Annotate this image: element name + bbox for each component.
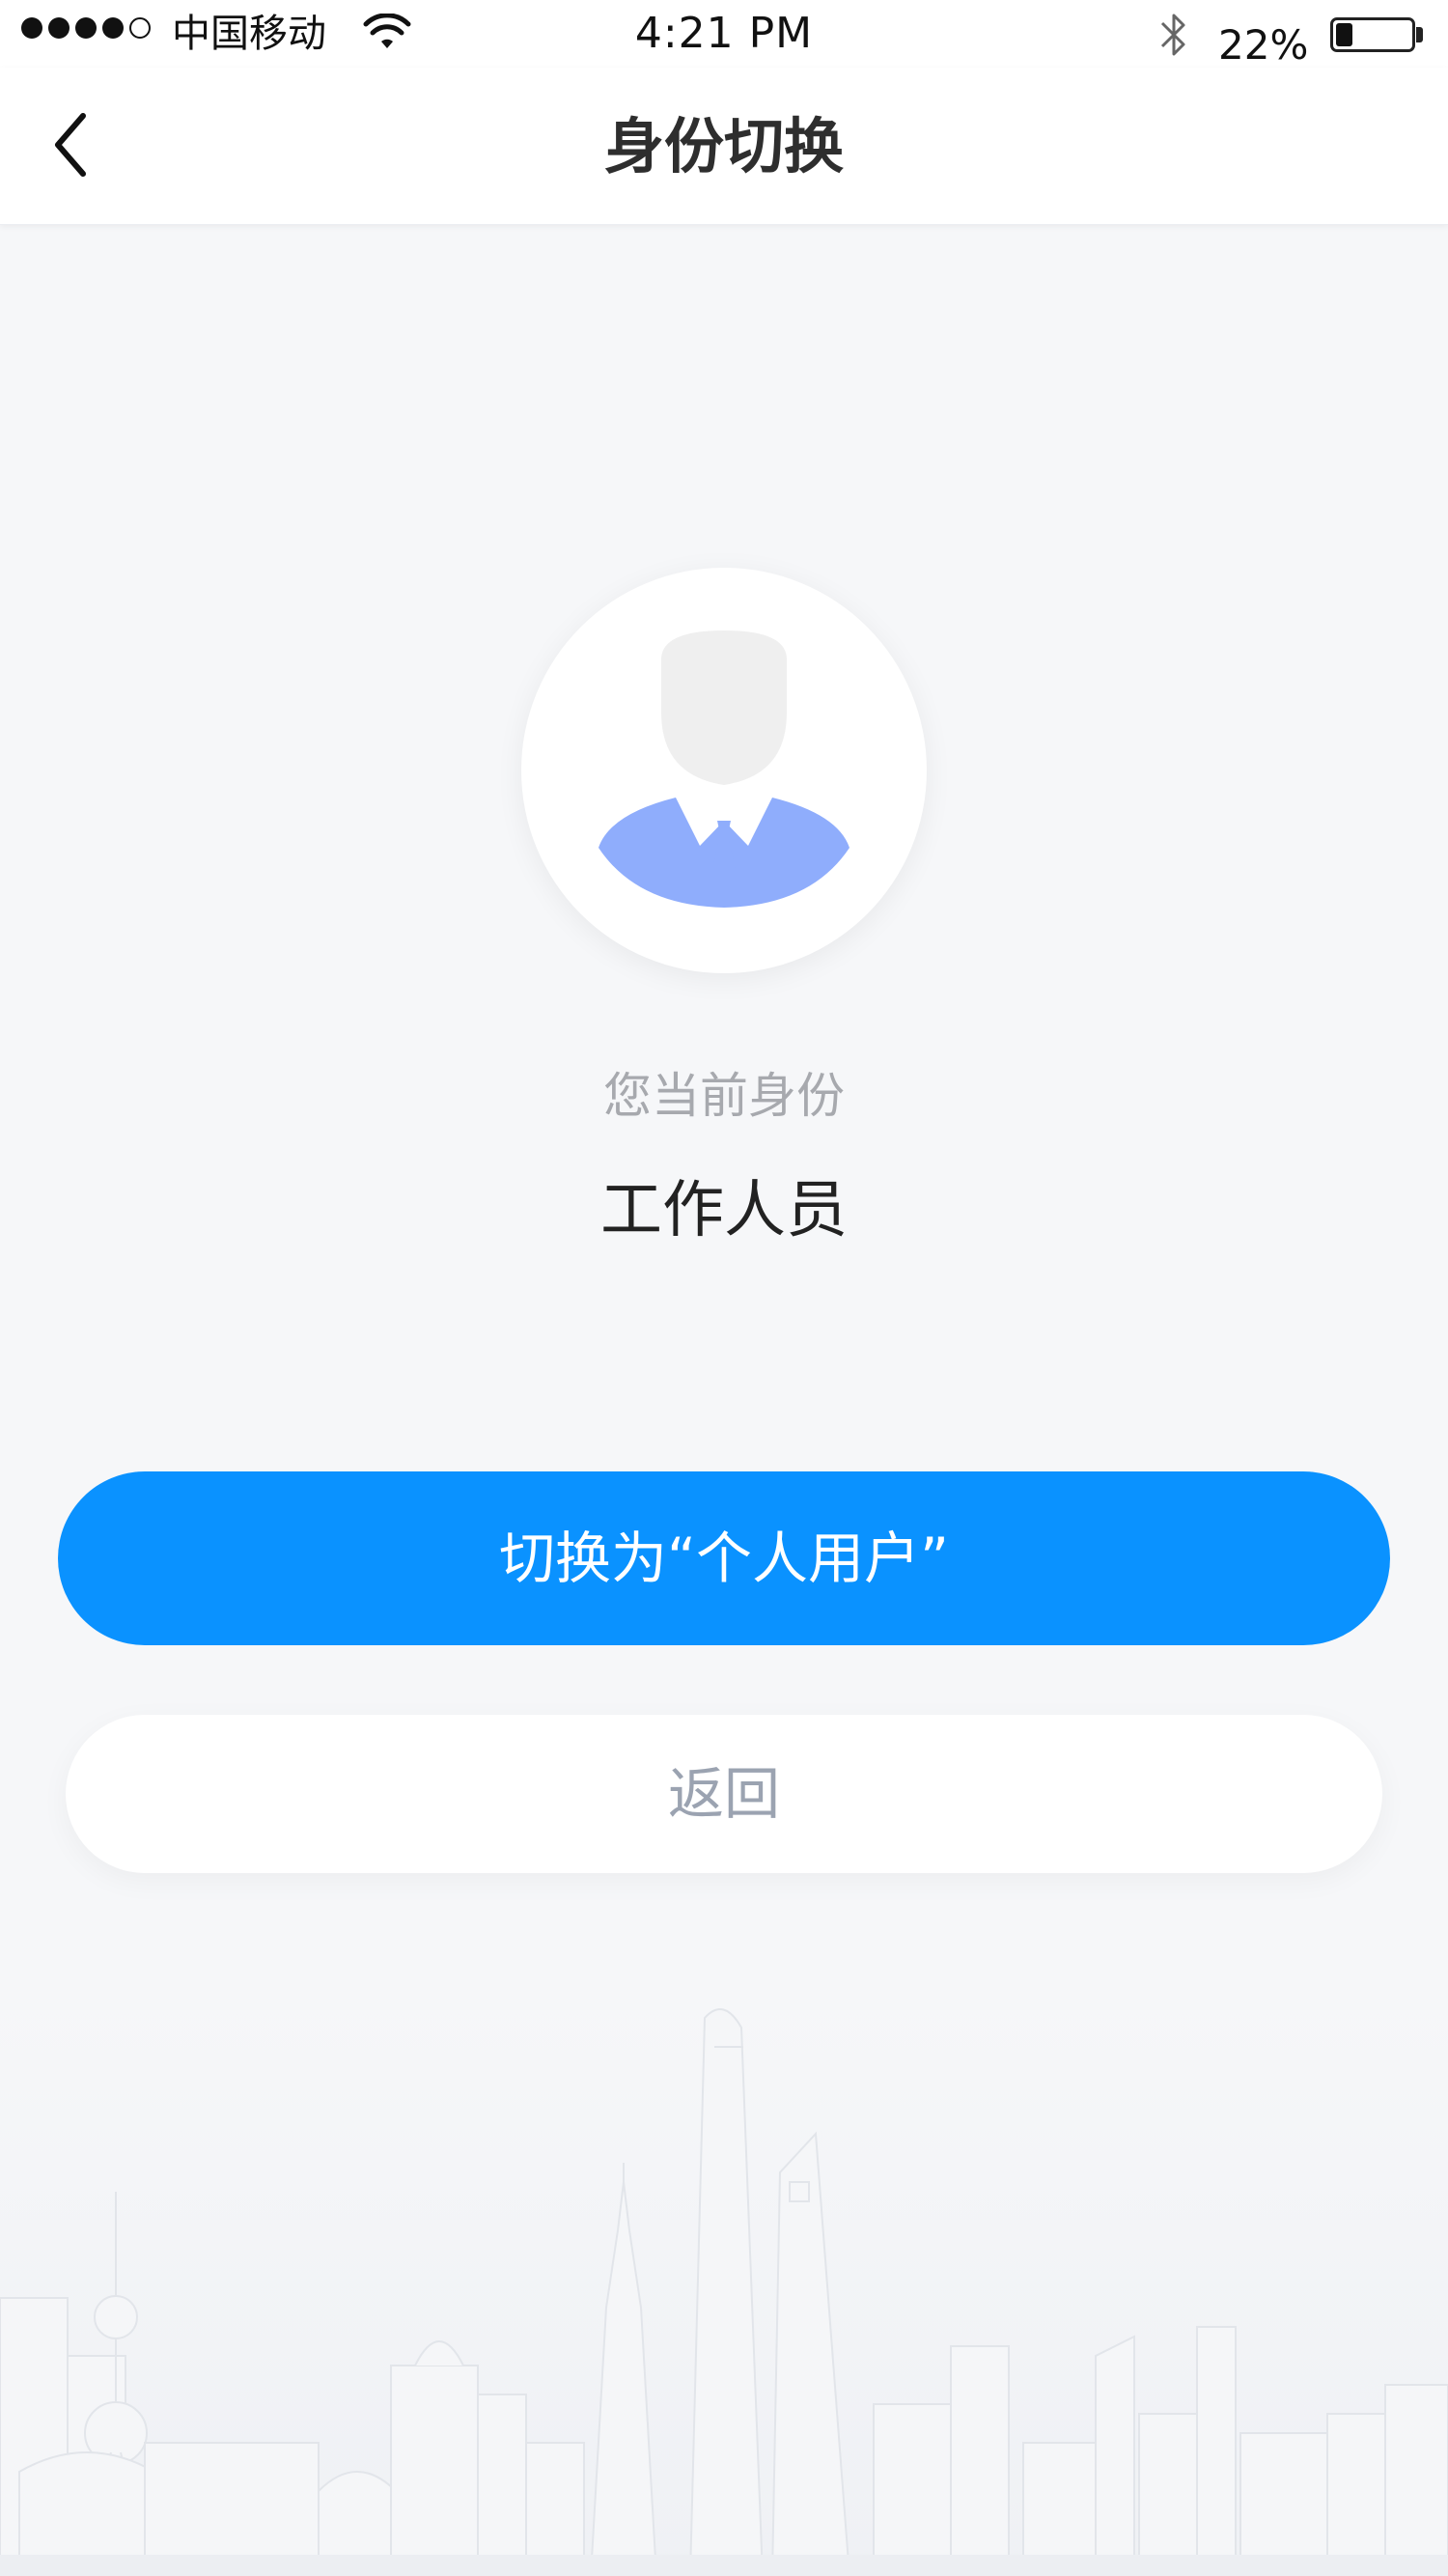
bottom-strip (0, 2555, 1448, 2576)
battery-percent: 22% (1218, 21, 1309, 69)
identity-label: 您当前身份 (603, 1068, 845, 1124)
page-title: 身份切换 (603, 111, 844, 182)
user-avatar-icon (599, 630, 849, 908)
switch-identity-button[interactable]: 切换为“个人用户” (58, 1471, 1390, 1645)
navigation-bar: 身份切换 (0, 68, 1448, 225)
bluetooth-icon (1160, 14, 1185, 56)
current-identity: 工作人员 (600, 1175, 848, 1246)
battery-tip (1416, 27, 1423, 42)
battery-level (1336, 23, 1352, 46)
return-button[interactable]: 返回 (66, 1715, 1382, 1873)
avatar (521, 568, 927, 973)
status-bar: 中国移动 4:21 PM 22% (0, 0, 1448, 69)
city-skyline-illustration (0, 1989, 1448, 2576)
identity-switch-page: 中国移动 4:21 PM 22% 身份切换 您当前身份 工作人员 切换为“个人用… (0, 0, 1448, 2576)
battery-icon (1330, 17, 1415, 52)
